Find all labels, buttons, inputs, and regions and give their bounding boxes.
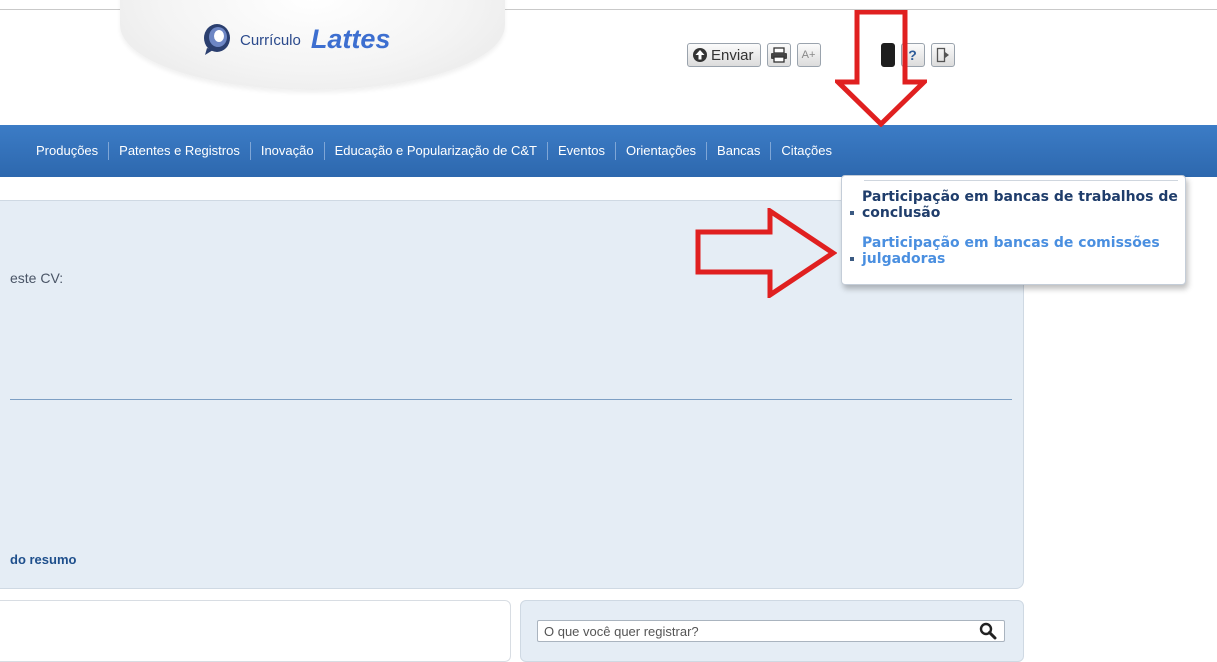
search-input[interactable] bbox=[544, 623, 964, 639]
main-nav-bar: Produções Patentes e Registros Inovação … bbox=[0, 125, 1217, 177]
logo-text-curriculo: Currículo bbox=[240, 32, 301, 49]
nav-item-producoes[interactable]: Produções bbox=[26, 142, 108, 160]
dropdown-top-line bbox=[864, 180, 1178, 181]
dropdown-item-comissoes-julgadoras[interactable]: Participação em bancas de comissões julg… bbox=[850, 235, 1180, 267]
nav-item-orientacoes[interactable]: Orientações bbox=[616, 142, 706, 160]
cv-text: este CV: bbox=[10, 270, 64, 286]
annotation-arrow-down bbox=[835, 10, 927, 127]
dropdown-item-label: Participação em bancas de trabalhos de c… bbox=[862, 189, 1178, 221]
upload-icon bbox=[693, 48, 707, 62]
exit-icon bbox=[936, 47, 949, 63]
nav-item-citacoes[interactable]: Citações bbox=[771, 142, 842, 160]
nav-item-eventos[interactable]: Eventos bbox=[548, 142, 615, 160]
bullet-icon bbox=[850, 211, 854, 215]
bottom-left-panel bbox=[0, 600, 511, 662]
font-increase-label: A+ bbox=[801, 49, 816, 61]
lattes-logo[interactable]: Currículo Lattes bbox=[202, 22, 390, 56]
nav-items: Produções Patentes e Registros Inovação … bbox=[0, 125, 1217, 177]
nav-item-patentes[interactable]: Patentes e Registros bbox=[109, 142, 250, 160]
section-divider bbox=[10, 399, 1012, 400]
lattes-logo-icon bbox=[204, 24, 230, 55]
nav-item-inovacao[interactable]: Inovação bbox=[251, 142, 324, 160]
send-button[interactable]: Enviar bbox=[687, 43, 761, 67]
font-increase-button[interactable]: A+ bbox=[796, 43, 821, 67]
search-box bbox=[537, 620, 1005, 642]
nav-item-bancas[interactable]: Bancas bbox=[707, 142, 770, 160]
search-icon[interactable] bbox=[978, 622, 998, 640]
dropdown-item-trabalhos-conclusao[interactable]: Participação em bancas de trabalhos de c… bbox=[850, 189, 1180, 221]
send-button-label: Enviar bbox=[711, 46, 754, 64]
annotation-arrow-right bbox=[695, 208, 837, 298]
resumo-link[interactable]: do resumo bbox=[10, 552, 76, 567]
logout-button[interactable] bbox=[930, 43, 955, 67]
print-button[interactable] bbox=[766, 43, 791, 67]
logo-text-lattes: Lattes bbox=[310, 23, 391, 54]
nav-item-educacao[interactable]: Educação e Popularização de C&T bbox=[325, 142, 547, 160]
dropdown-item-label: Participação em bancas de comissões julg… bbox=[862, 235, 1160, 267]
bullet-icon bbox=[850, 257, 854, 261]
bancas-dropdown-menu: Participação em bancas de trabalhos de c… bbox=[841, 175, 1186, 285]
printer-icon bbox=[770, 47, 787, 63]
